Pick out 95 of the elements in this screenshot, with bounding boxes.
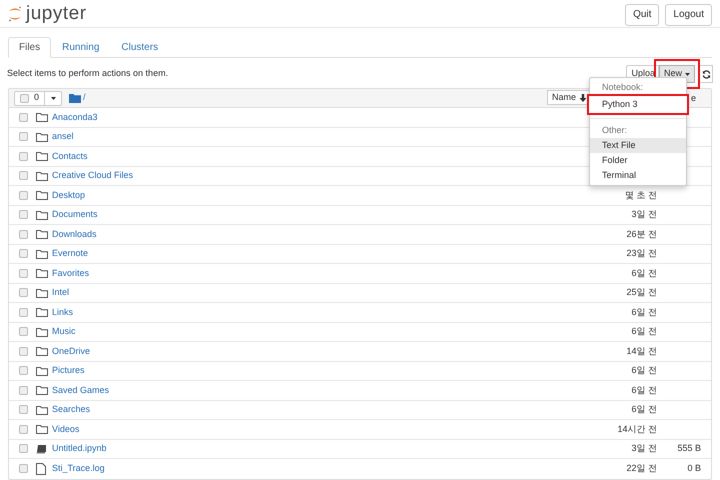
folder-icon (36, 112, 48, 122)
modified-time: 26분 전 (625, 228, 657, 240)
item-link[interactable]: ansel (52, 130, 74, 144)
menu-heading: Notebook: (601, 81, 644, 94)
menu-item[interactable]: Python 3 (588, 95, 688, 114)
checkbox[interactable] (19, 464, 28, 474)
checkbox[interactable] (19, 346, 28, 356)
folder-icon (36, 248, 48, 259)
folder-icon (36, 190, 48, 200)
checkbox[interactable] (19, 230, 28, 239)
modified-time: 23일 전 (625, 247, 657, 260)
folder-icon (36, 268, 48, 278)
item-link[interactable]: Documents (52, 208, 98, 222)
item-link[interactable]: Creative Cloud Files (52, 169, 134, 182)
refresh-icon (702, 70, 710, 78)
modified-time: 6일 전 (630, 306, 657, 318)
checkbox[interactable] (19, 424, 28, 434)
checkbox[interactable] (19, 405, 28, 414)
item-link[interactable]: Sti_Trace.log (52, 462, 105, 476)
hint-text: Select items to perform actions on them. (7, 67, 168, 80)
menu-item[interactable]: Text File (590, 138, 686, 153)
checkbox[interactable] (19, 444, 28, 454)
checkbox[interactable] (19, 386, 28, 395)
checkbox[interactable] (19, 249, 28, 258)
checkbox[interactable] (19, 210, 28, 220)
notebook-icon (36, 444, 47, 454)
folder-icon (36, 404, 48, 415)
item-link[interactable]: Anaconda3 (52, 110, 98, 124)
item-link[interactable]: Evernote (52, 247, 88, 260)
modified-time: 몇 초 전 (624, 188, 657, 202)
caret-icon (685, 72, 690, 76)
item-link[interactable]: Desktop (52, 188, 86, 202)
checkbox[interactable] (19, 308, 28, 317)
modified-time: 25일 전 (625, 286, 657, 299)
checkbox[interactable] (19, 152, 28, 161)
folder-icon (36, 210, 48, 220)
modified-time: 6일 전 (630, 403, 657, 416)
folder-icon (36, 307, 48, 318)
header-button[interactable]: Quit (625, 4, 660, 26)
file-size: 0 B (686, 462, 701, 475)
folder-icon (36, 326, 48, 337)
item-link[interactable]: Pictures (52, 364, 85, 378)
folder-icon (36, 346, 48, 356)
item-link[interactable]: Contacts (52, 150, 88, 163)
modified-time: 6일 전 (630, 266, 657, 280)
checkbox[interactable] (19, 327, 28, 336)
folder-icon (36, 170, 48, 181)
tab[interactable]: Files (8, 37, 52, 58)
modified-time: 22일 전 (625, 462, 657, 475)
item-link[interactable]: Videos (52, 422, 80, 436)
checkbox[interactable] (19, 268, 28, 278)
tab[interactable]: Clusters (110, 37, 170, 58)
menu-heading: Other: (601, 124, 628, 137)
item-link[interactable]: Links (52, 306, 74, 319)
item-link[interactable]: Intel (52, 286, 70, 300)
checkbox[interactable] (19, 288, 28, 298)
folder-icon (36, 366, 48, 376)
item-link[interactable]: Untitled.ipynb (52, 442, 107, 456)
modified-time: 14시간 전 (616, 422, 657, 436)
item-link[interactable]: OneDrive (52, 344, 90, 358)
modified-time: 3일 전 (630, 442, 657, 455)
item-link[interactable]: Searches (52, 403, 90, 416)
checkbox[interactable] (19, 366, 28, 376)
column-header: e (691, 92, 696, 105)
path-link[interactable]: / (83, 91, 86, 105)
checkbox[interactable] (19, 190, 28, 200)
menu-item[interactable]: Folder (590, 153, 686, 168)
checkbox[interactable] (19, 171, 28, 180)
folder-icon (36, 424, 48, 434)
checkbox[interactable] (19, 132, 28, 142)
modified-time: 6일 전 (630, 384, 657, 396)
modified-time: 3일 전 (630, 208, 657, 221)
folder-icon (36, 385, 48, 396)
header-button[interactable]: Logout (665, 4, 712, 26)
modified-time: 6일 전 (630, 364, 657, 377)
checkbox[interactable] (19, 112, 28, 122)
refresh-button[interactable] (699, 65, 713, 83)
tab[interactable]: Running (51, 37, 110, 58)
arrow-down-icon (579, 94, 588, 102)
modified-time: 6일 전 (630, 325, 657, 338)
logo-text: jupyter (26, 4, 87, 23)
item-link[interactable]: Saved Games (52, 384, 110, 397)
item-link[interactable]: Favorites (52, 266, 90, 280)
folder-icon (36, 151, 48, 162)
modified-time: 14일 전 (625, 344, 657, 358)
file-size: 555 B (676, 442, 701, 455)
folder-icon (36, 132, 48, 142)
item-link[interactable]: Downloads (52, 228, 97, 241)
menu-item[interactable]: Terminal (590, 168, 686, 183)
logo-icon (8, 6, 22, 22)
file-icon (36, 462, 46, 475)
item-link[interactable]: Music (52, 325, 76, 338)
folder-icon (36, 288, 48, 298)
folder-icon (36, 229, 48, 240)
folder-icon[interactable] (69, 93, 82, 103)
